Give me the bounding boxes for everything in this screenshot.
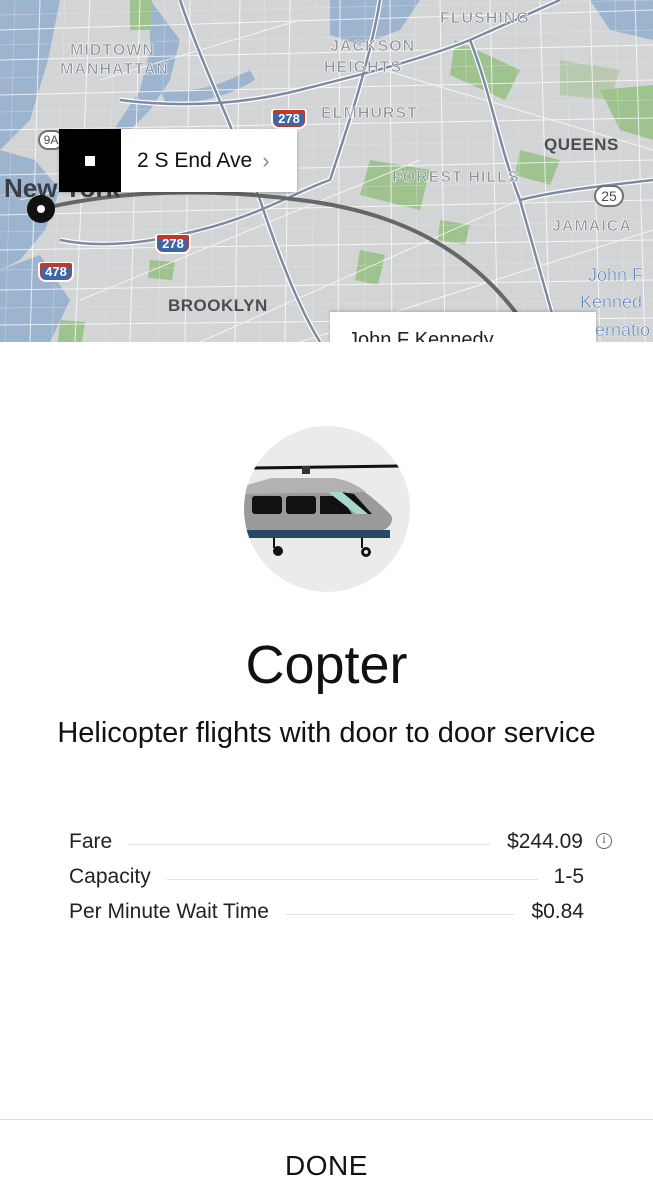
- info-icon[interactable]: i: [596, 833, 612, 849]
- map-label-jfk-line2: Kenned: [580, 292, 643, 312]
- fare-row: Fare $244.09 i: [69, 824, 614, 859]
- interstate-278-shield: 278: [155, 234, 191, 254]
- map-label-flushing: FLUSHING: [440, 10, 530, 28]
- pickup-callout[interactable]: 2 S End Ave ›: [59, 129, 297, 192]
- pickup-pin: [27, 195, 55, 223]
- map-label-heights: HEIGHTS: [324, 59, 403, 77]
- route-map[interactable]: FLUSHING MIDTOWN MANHATTAN JACKSON HEIGH…: [0, 0, 653, 342]
- product-detail-sheet: Copter Helicopter flights with door to d…: [0, 342, 653, 1200]
- map-label-queens: QUEENS: [544, 135, 619, 154]
- vehicle-image: [244, 426, 410, 592]
- route-25-shield: 25: [594, 185, 624, 207]
- product-description: Helicopter flights with door to door ser…: [57, 717, 596, 749]
- capacity-label: Capacity: [69, 864, 151, 888]
- map-label-manhattan: MANHATTAN: [60, 61, 169, 79]
- chevron-right-icon: ›: [262, 147, 270, 173]
- map-label-jfk-line1: John F: [588, 265, 644, 285]
- interstate-278-shield: 278: [271, 109, 307, 129]
- product-title: Copter: [245, 635, 408, 695]
- interstate-478-shield: 478: [38, 262, 74, 282]
- helicopter-icon: [244, 464, 401, 557]
- map-label-jamaica: JAMAICA: [552, 218, 632, 236]
- capacity-row: Capacity 1-5: [69, 859, 614, 894]
- map-label-forest-hills: FOREST HILLS: [392, 169, 520, 187]
- fare-value: $244.09: [507, 829, 583, 853]
- dotted-leader: [128, 844, 492, 845]
- wait-time-row: Per Minute Wait Time $0.84: [69, 894, 614, 929]
- map-label-jfk-line3: ernatio: [595, 320, 651, 340]
- map-label-elmhurst: ELMHURST: [321, 105, 418, 123]
- done-button[interactable]: DONE: [0, 1120, 653, 1200]
- pickup-address-label[interactable]: 2 S End Ave ›: [121, 129, 297, 192]
- fare-label: Fare: [69, 829, 113, 853]
- fare-details: Fare $244.09 i Capacity 1-5 Per Minute W…: [69, 824, 614, 929]
- map-label-brooklyn: BROOKLYN: [168, 296, 268, 315]
- map-label-midtown: MIDTOWN: [70, 42, 155, 60]
- pickup-address: 2 S End Ave: [137, 148, 253, 172]
- wait-time-value: $0.84: [531, 899, 584, 923]
- capacity-value: 1-5: [553, 864, 584, 888]
- destination-label: John F Kennedy: [348, 329, 494, 342]
- map-label-jackson: JACKSON: [330, 38, 416, 56]
- dotted-leader: [284, 914, 516, 915]
- pickup-square-icon: [59, 129, 121, 192]
- wait-time-label: Per Minute Wait Time: [69, 899, 269, 923]
- dotted-leader: [166, 879, 538, 880]
- destination-callout[interactable]: John F Kennedy: [330, 312, 596, 342]
